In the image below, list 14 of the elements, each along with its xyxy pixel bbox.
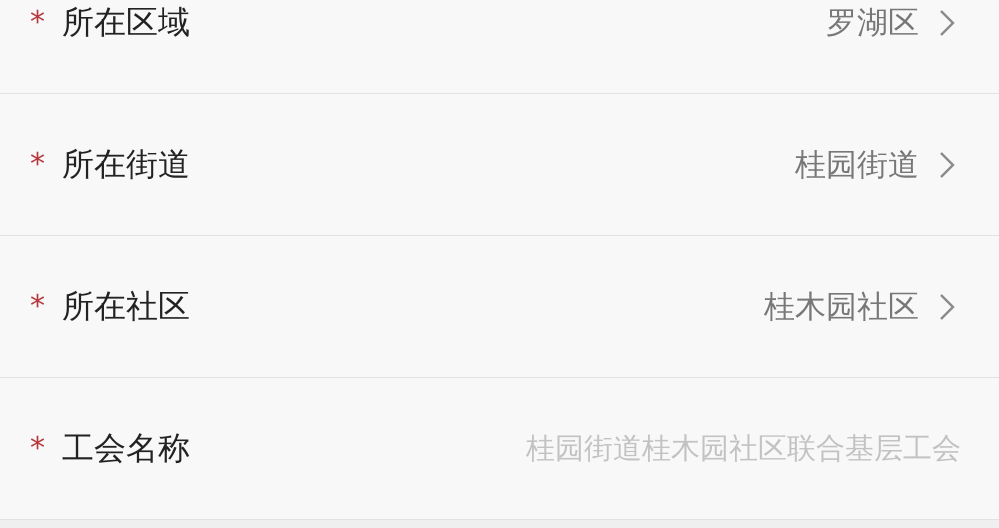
select-field[interactable]: 罗湖区 [826,2,919,44]
field-label: 工会名称 [62,428,190,468]
required-mark: * [30,289,46,324]
field-label: 所在街道 [62,144,190,184]
required-mark: * [30,147,46,182]
chevron-right-icon [939,8,955,36]
select-field[interactable]: 桂木园社区 [764,286,919,328]
chevron-right-icon [939,150,955,178]
select-field[interactable]: 桂园街道 [795,144,919,186]
chevron-right-icon [939,292,955,320]
field-label: 所在区域 [62,2,190,42]
required-mark: * [30,5,46,40]
required-mark: * [30,431,46,466]
field-label: 所在社区 [62,286,190,326]
